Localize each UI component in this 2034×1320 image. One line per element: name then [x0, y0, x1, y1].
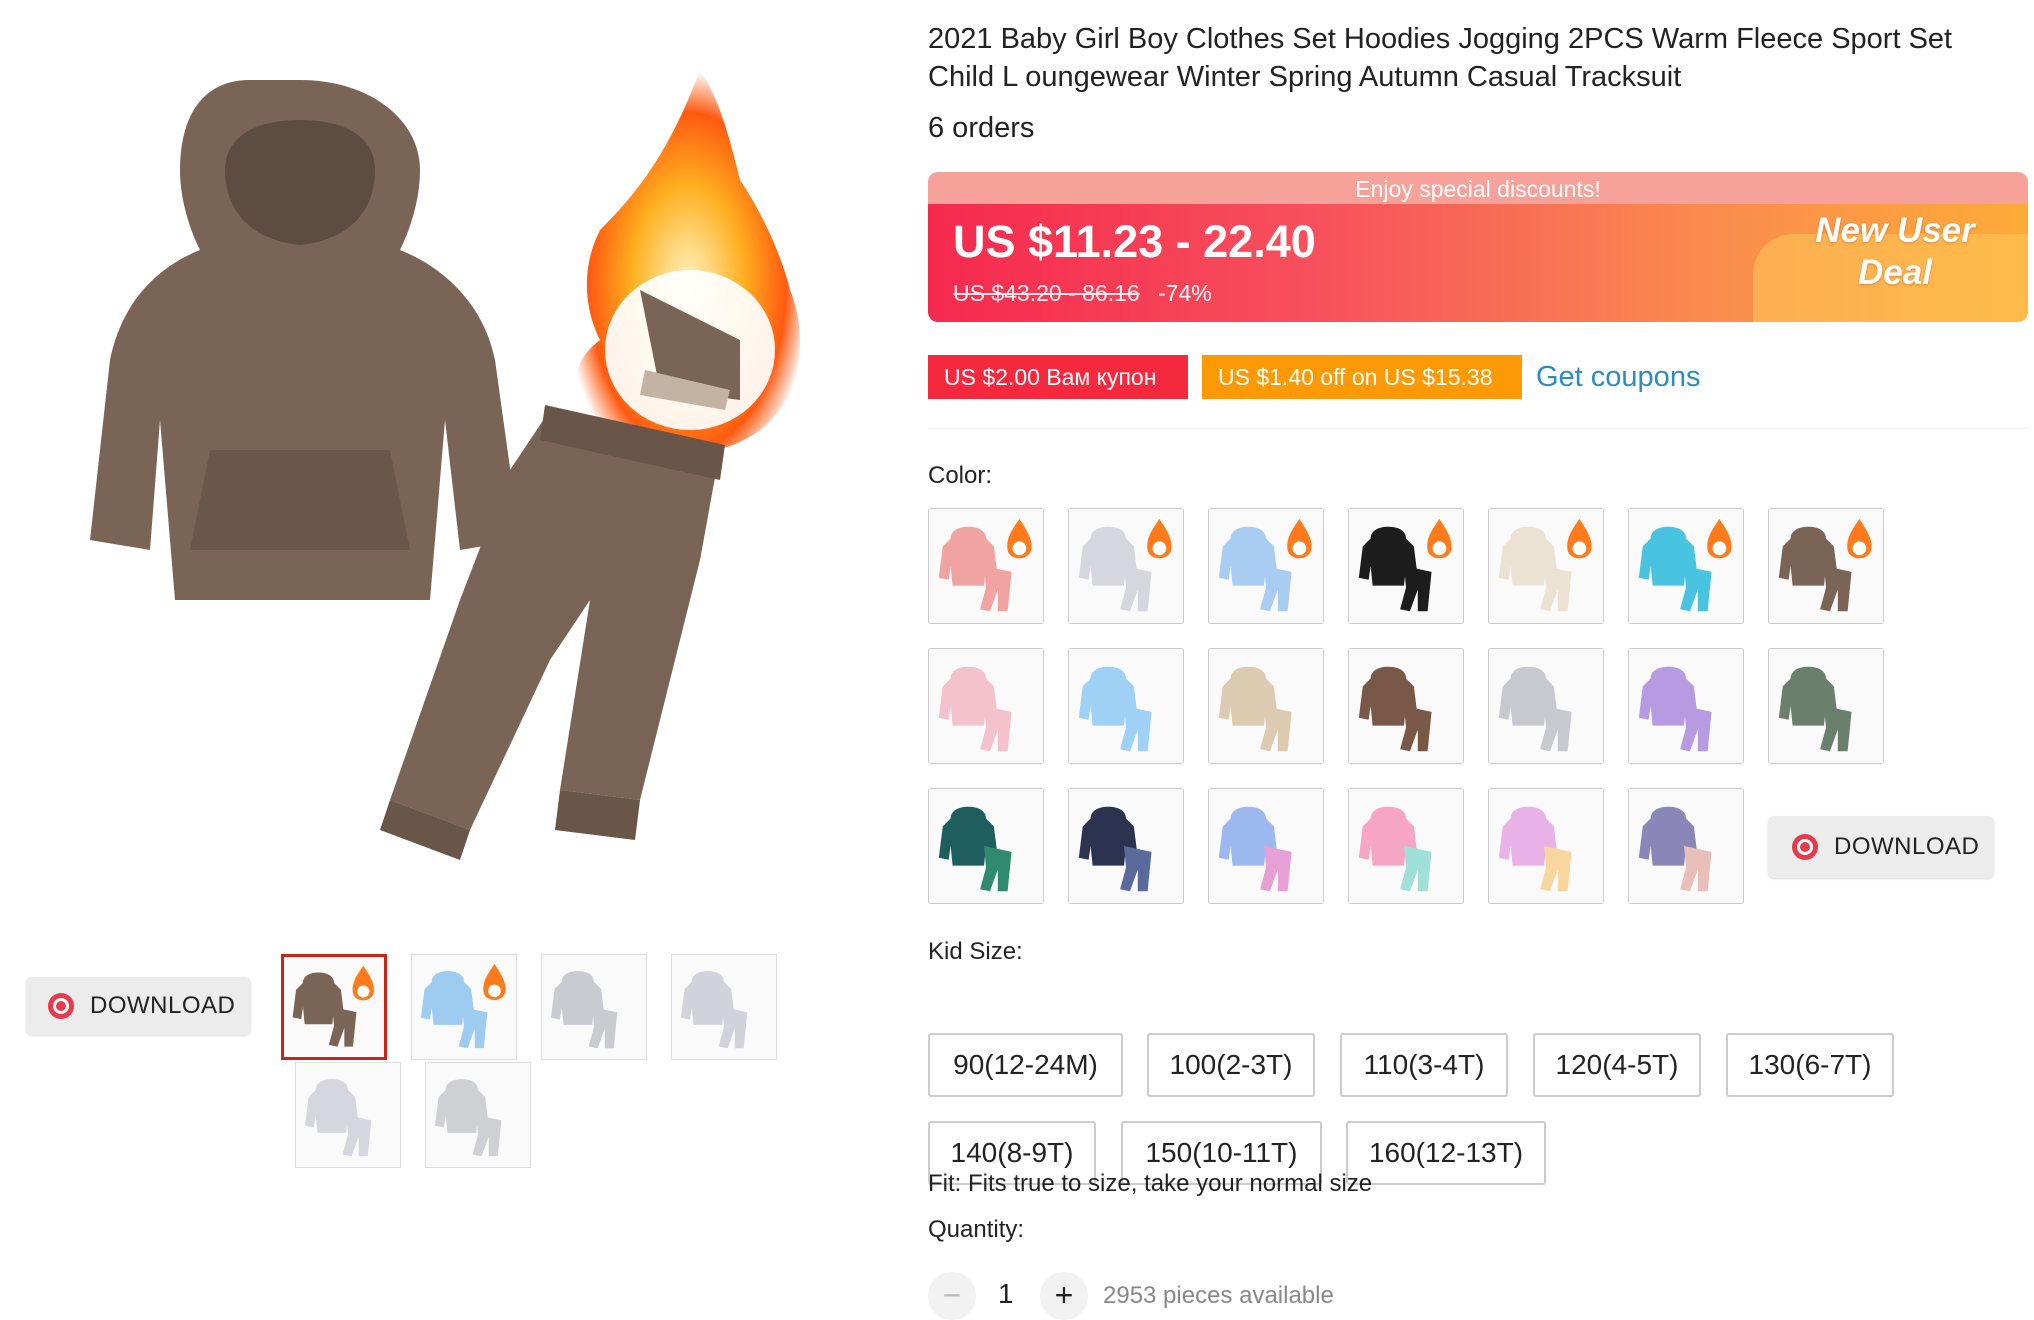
hoodie-shape: [90, 80, 520, 600]
color-swatch[interactable]: [1628, 508, 1744, 624]
price-range: US $11.23 - 22.40: [953, 216, 1316, 267]
color-swatch[interactable]: [1488, 648, 1604, 764]
size-option[interactable]: 120(4-5T): [1533, 1033, 1701, 1097]
gallery-thumbnail[interactable]: [541, 954, 647, 1060]
fire-icon: [575, 70, 800, 454]
swatch-download-button[interactable]: DOWNLOAD: [1768, 816, 1994, 878]
gallery-thumbnail[interactable]: [295, 1062, 401, 1168]
store-coupon[interactable]: US $2.00 Вам купон: [928, 355, 1188, 399]
product-title: 2021 Baby Girl Boy Clothes Set Hoodies J…: [928, 23, 1953, 93]
color-swatch[interactable]: [1628, 788, 1744, 904]
size-label: Kid Size:: [928, 938, 1023, 965]
color-swatch[interactable]: [928, 788, 1044, 904]
quantity-decrease-button[interactable]: −: [928, 1272, 976, 1320]
gallery-thumbnail[interactable]: [411, 954, 517, 1060]
color-swatch[interactable]: [1068, 508, 1184, 624]
gallery-download-button[interactable]: DOWNLOAD: [26, 977, 251, 1035]
gallery-download-label: DOWNLOAD: [90, 992, 236, 1019]
color-swatch[interactable]: [1488, 508, 1604, 624]
color-swatch[interactable]: [1348, 788, 1464, 904]
color-swatch[interactable]: [1348, 648, 1464, 764]
color-swatch[interactable]: [1768, 508, 1884, 624]
color-swatch[interactable]: [928, 648, 1044, 764]
size-option[interactable]: 130(6-7T): [1726, 1033, 1894, 1097]
get-coupons-link[interactable]: Get coupons: [1536, 355, 1700, 399]
size-option[interactable]: 160(12-13T): [1346, 1121, 1546, 1185]
quantity-increase-button[interactable]: +: [1040, 1272, 1088, 1320]
color-swatch[interactable]: [1208, 508, 1324, 624]
main-product-image: [40, 40, 860, 900]
color-swatch[interactable]: [928, 508, 1044, 624]
banner-promo-text: Enjoy special discounts!: [928, 172, 2028, 204]
color-swatch[interactable]: [1208, 648, 1324, 764]
size-option[interactable]: 100(2-3T): [1147, 1033, 1315, 1097]
quantity-value[interactable]: 1: [998, 1278, 1014, 1310]
stock-available: 2953 pieces available: [1103, 1282, 1334, 1309]
color-label: Color:: [928, 462, 993, 489]
quantity-label: Quantity:: [928, 1216, 1025, 1243]
gallery-thumbnail[interactable]: [671, 954, 777, 1060]
section-divider: [928, 428, 2028, 429]
size-option[interactable]: 90(12-24M): [928, 1033, 1123, 1097]
color-swatch[interactable]: [1068, 648, 1184, 764]
gallery-thumbnail[interactable]: [425, 1062, 531, 1168]
color-swatch[interactable]: [1208, 788, 1324, 904]
color-swatch[interactable]: [1068, 788, 1184, 904]
discount-percent: -74%: [1158, 280, 1212, 306]
banner-price-area: US $11.23 - 22.40 US $43.20 - 86.16 -74%…: [928, 204, 2028, 322]
orders-count: 6 orders: [928, 112, 1035, 144]
tracksuit-illustration: [90, 70, 800, 860]
fit-info: Fit: Fits true to size, take your normal…: [928, 1170, 1373, 1197]
color-swatch[interactable]: [1628, 648, 1744, 764]
price-banner: Enjoy special discounts! US $11.23 - 22.…: [928, 172, 2028, 322]
size-option[interactable]: 110(3-4T): [1340, 1033, 1508, 1097]
new-user-deal-label: New User Deal: [1815, 211, 1975, 292]
download-target-icon: [46, 991, 76, 1021]
swatch-download-label: DOWNLOAD: [1834, 833, 1980, 860]
color-swatch[interactable]: [1348, 508, 1464, 624]
original-price: US $43.20 - 86.16: [953, 280, 1140, 306]
discount-coupon[interactable]: US $1.40 off on US $15.38: [1202, 355, 1522, 399]
gallery-thumbnail[interactable]: [281, 954, 387, 1060]
color-swatch[interactable]: [1488, 788, 1604, 904]
download-target-icon: [1790, 832, 1820, 862]
color-swatch[interactable]: [1768, 648, 1884, 764]
